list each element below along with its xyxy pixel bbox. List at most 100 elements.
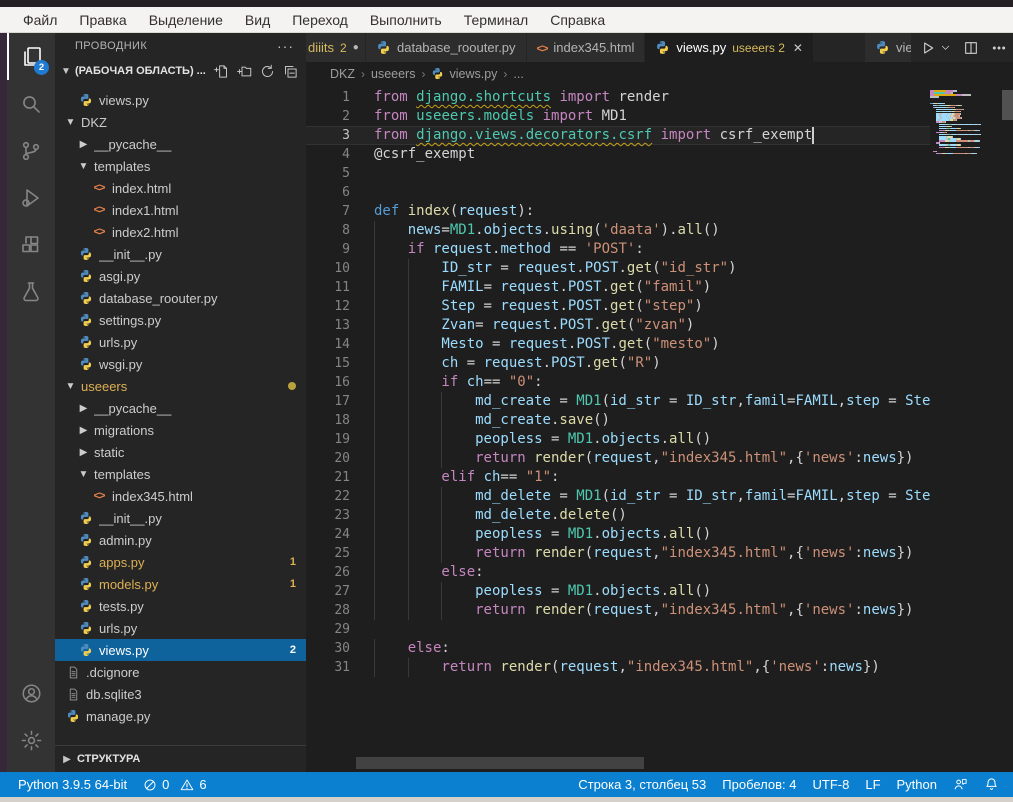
code-editor[interactable]: 1from django.shortcuts import render2fro… [306, 88, 930, 677]
new-folder-button[interactable] [237, 64, 252, 79]
tree-file-wsgi-py[interactable]: wsgi.py [55, 353, 306, 375]
tree-file-urls-py[interactable]: urls.py [55, 331, 306, 353]
tab-diiits[interactable]: diiits2● [306, 33, 366, 62]
code-line-11[interactable]: 11FAMIL= request.POST.get("famil") [306, 278, 930, 297]
breadcrumb-item[interactable]: DKZ [330, 67, 355, 81]
code-line-23[interactable]: 23md_delete.delete() [306, 506, 930, 525]
tree-file-apps-py[interactable]: apps.py1 [55, 551, 306, 573]
collapse-folders-button[interactable] [283, 64, 298, 79]
code-line-8[interactable]: 8news=MD1.objects.using('daata').all() [306, 221, 930, 240]
activity-account[interactable] [7, 670, 55, 717]
code-line-6[interactable]: 6 [306, 183, 930, 202]
more-actions-button[interactable] [991, 40, 1007, 56]
tree-file--dcignore[interactable]: .dcignore [55, 661, 306, 683]
outline-section-header[interactable]: ▶ СТРУКТУРА [55, 745, 306, 772]
code-line-18[interactable]: 18md_create.save() [306, 411, 930, 430]
status-eol[interactable]: LF [865, 777, 880, 792]
tree-file--init-py[interactable]: __init__.py [55, 507, 306, 529]
run-dropdown-button[interactable] [940, 42, 951, 53]
tree-file-admin-py[interactable]: admin.py [55, 529, 306, 551]
code-line-24[interactable]: 24peopless = MD1.objects.all() [306, 525, 930, 544]
code-line-12[interactable]: 12Step = request.POST.get("step") [306, 297, 930, 316]
code-line-16[interactable]: 16if ch== "0": [306, 373, 930, 392]
tree-file-asgi-py[interactable]: asgi.py [55, 265, 306, 287]
tab-vie[interactable]: vie [865, 33, 912, 62]
sidebar-more-actions-icon[interactable]: ··· [277, 38, 294, 54]
tree-folder-templates[interactable]: ▼templates [55, 463, 306, 485]
code-line-14[interactable]: 14Mesto = request.POST.get("mesto") [306, 335, 930, 354]
tab-index345-html[interactable]: <>index345.html [527, 33, 646, 62]
code-line-26[interactable]: 26else: [306, 563, 930, 582]
tree-file-views-py[interactable]: views.py [55, 89, 306, 111]
code-line-2[interactable]: 2from useeers.models import MD1 [306, 107, 930, 126]
tree-folder-useeers[interactable]: ▼useeers [55, 375, 306, 397]
minimap[interactable] [930, 88, 1000, 160]
tree-file-index345-html[interactable]: <>index345.html [55, 485, 306, 507]
workspace-section-header[interactable]: ▼ (РАБОЧАЯ ОБЛАСТЬ) ... [55, 59, 306, 83]
tree-file-views-py[interactable]: views.py2 [55, 639, 306, 661]
code-line-4[interactable]: 4@csrf_exempt [306, 145, 930, 164]
tree-file--init-py[interactable]: __init__.py [55, 243, 306, 265]
tree-folder--pycache-[interactable]: ▶__pycache__ [55, 397, 306, 419]
tree-file-manage-py[interactable]: manage.py [55, 705, 306, 727]
code-line-17[interactable]: 17md_create = MD1(id_str = ID_str,famil=… [306, 392, 930, 411]
tree-file-tests-py[interactable]: tests.py [55, 595, 306, 617]
status-language-mode[interactable]: Python [897, 777, 937, 792]
code-line-31[interactable]: 31return render(request,"index345.html",… [306, 658, 930, 677]
breadcrumb-item[interactable]: views.py [431, 67, 497, 81]
code-line-1[interactable]: 1from django.shortcuts import render [306, 88, 930, 107]
status-python-interpreter[interactable]: Python 3.9.5 64-bit [18, 777, 127, 792]
tree-folder-templates[interactable]: ▼templates [55, 155, 306, 177]
code-line-20[interactable]: 20return render(request,"index345.html",… [306, 449, 930, 468]
status-encoding[interactable]: UTF-8 [813, 777, 850, 792]
code-line-22[interactable]: 22md_delete = MD1(id_str = ID_str,famil=… [306, 487, 930, 506]
code-line-10[interactable]: 10ID_str = request.POST.get("id_str") [306, 259, 930, 278]
code-line-9[interactable]: 9if request.method == 'POST': [306, 240, 930, 259]
code-line-29[interactable]: 29 [306, 620, 930, 639]
activity-source-control[interactable] [7, 127, 55, 174]
code-line-25[interactable]: 25return render(request,"index345.html",… [306, 544, 930, 563]
activity-extensions[interactable] [7, 221, 55, 268]
status-indentation[interactable]: Пробелов: 4 [722, 777, 796, 792]
menu-выполнить[interactable]: Выполнить [359, 12, 453, 28]
status-cursor-position[interactable]: Строка 3, столбец 53 [578, 777, 706, 792]
tree-file-settings-py[interactable]: settings.py [55, 309, 306, 331]
tree-file-index1-html[interactable]: <>index1.html [55, 199, 306, 221]
activity-explorer[interactable]: 2 [7, 33, 55, 80]
code-line-5[interactable]: 5 [306, 164, 930, 183]
status-notifications[interactable] [984, 777, 999, 792]
tree-folder-dkz[interactable]: ▼DKZ [55, 111, 306, 133]
code-line-27[interactable]: 27peopless = MD1.objects.all() [306, 582, 930, 601]
code-line-7[interactable]: 7def index(request): [306, 202, 930, 221]
run-button[interactable] [920, 40, 936, 56]
code-line-13[interactable]: 13Zvan= request.POST.get("zvan") [306, 316, 930, 335]
activity-search[interactable] [7, 80, 55, 127]
menu-файл[interactable]: Файл [12, 12, 68, 28]
breadcrumb-item[interactable]: ... [513, 67, 523, 81]
code-line-28[interactable]: 28return render(request,"index345.html",… [306, 601, 930, 620]
tree-file-urls-py[interactable]: urls.py [55, 617, 306, 639]
menu-вид[interactable]: Вид [234, 12, 281, 28]
tree-file-models-py[interactable]: models.py1 [55, 573, 306, 595]
tab-views-py[interactable]: views.pyuseeers 2✕ [645, 33, 814, 62]
tab-database-roouter-py[interactable]: database_roouter.py [366, 33, 527, 62]
tree-file-db-sqlite3[interactable]: db.sqlite3 [55, 683, 306, 705]
close-tab-icon[interactable]: ✕ [793, 41, 803, 55]
tree-file-database-roouter-py[interactable]: database_roouter.py [55, 287, 306, 309]
breadcrumb-item[interactable]: useeers [371, 67, 415, 81]
code-line-30[interactable]: 30else: [306, 639, 930, 658]
status-feedback[interactable] [953, 777, 968, 792]
split-editor-button[interactable] [963, 40, 979, 56]
menu-правка[interactable]: Правка [68, 12, 137, 28]
menu-справка[interactable]: Справка [539, 12, 616, 28]
tree-file-index-html[interactable]: <>index.html [55, 177, 306, 199]
tree-folder-static[interactable]: ▶static [55, 441, 306, 463]
tree-file-index2-html[interactable]: <>index2.html [55, 221, 306, 243]
menu-переход[interactable]: Переход [281, 12, 359, 28]
refresh-explorer-button[interactable] [260, 64, 275, 79]
tree-folder-migrations[interactable]: ▶migrations [55, 419, 306, 441]
menu-терминал[interactable]: Терминал [453, 12, 539, 28]
code-line-21[interactable]: 21elif ch== "1": [306, 468, 930, 487]
code-line-15[interactable]: 15ch = request.POST.get("R") [306, 354, 930, 373]
new-file-button[interactable] [214, 64, 229, 79]
